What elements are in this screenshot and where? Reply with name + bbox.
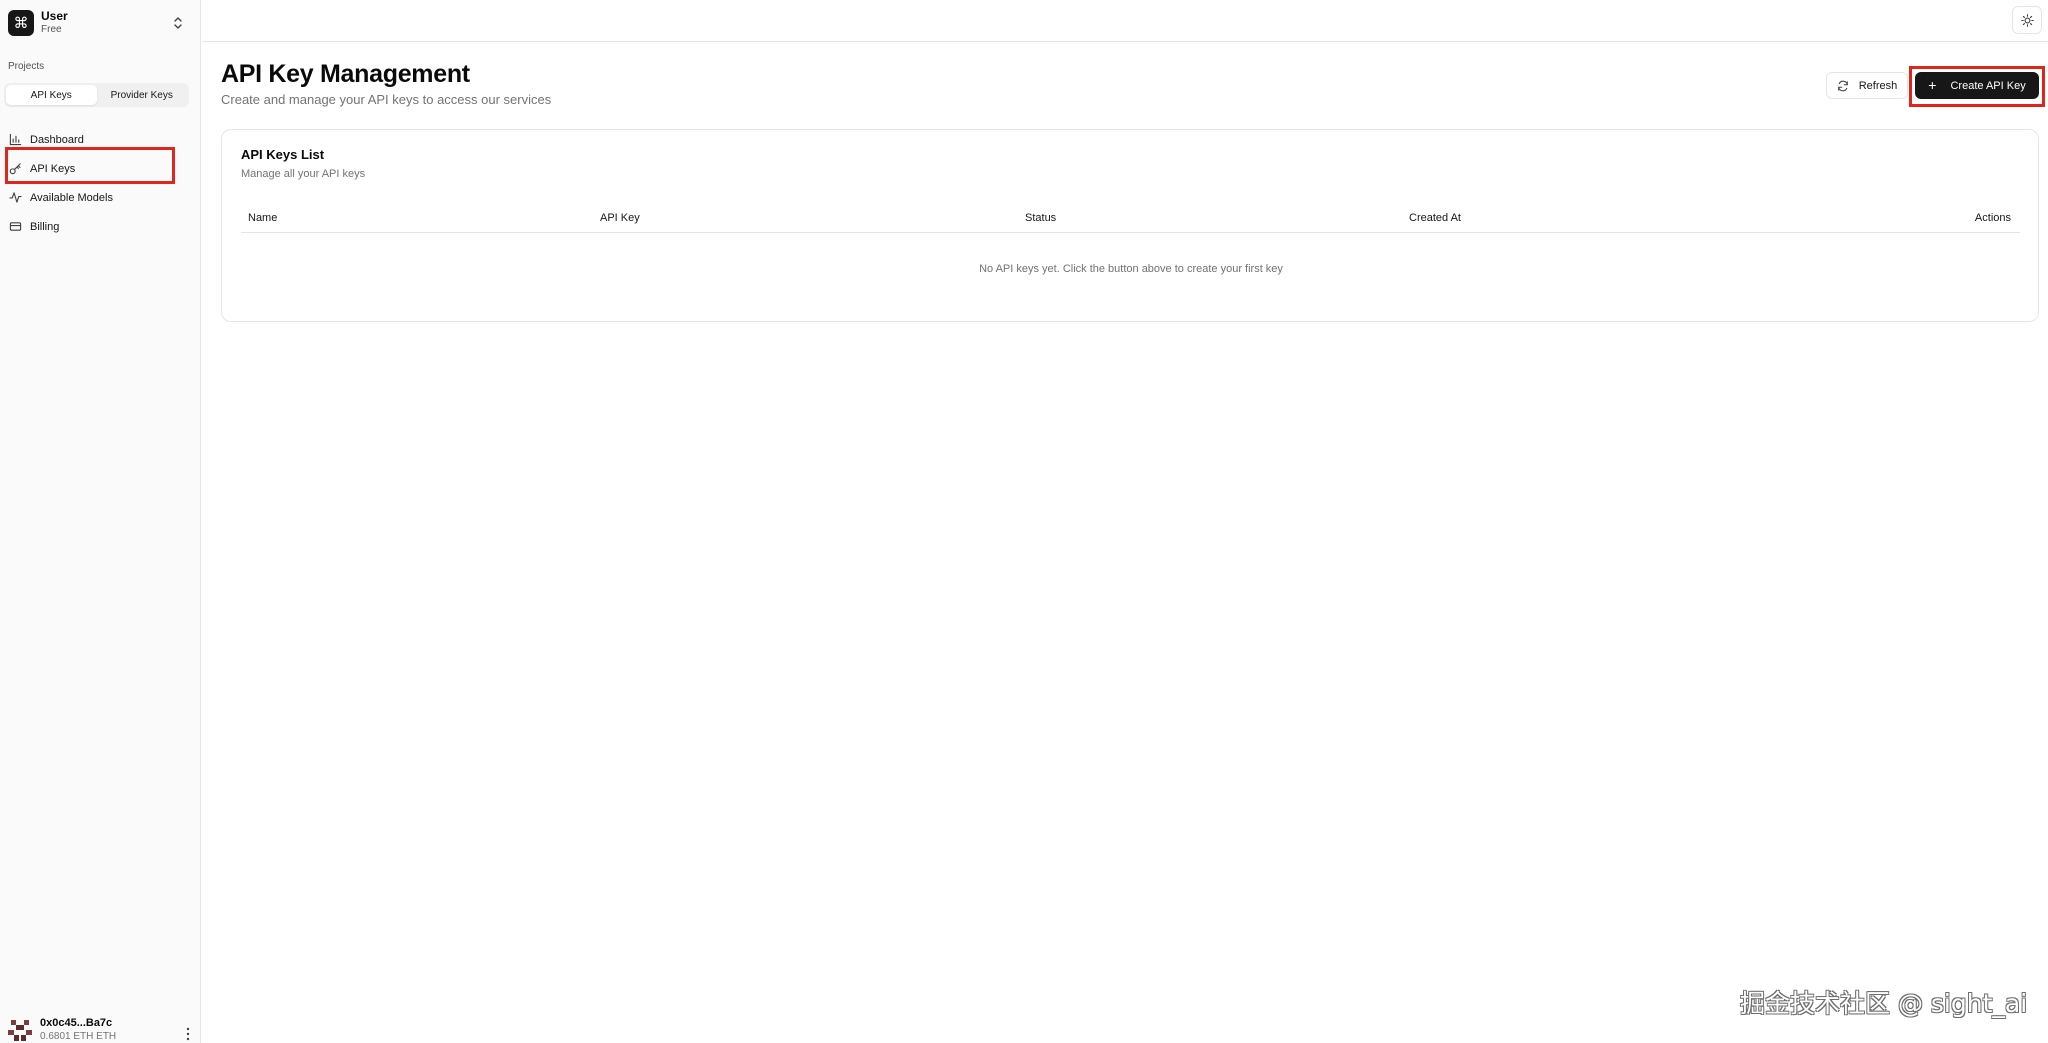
- more-vertical-icon[interactable]: [186, 1027, 190, 1041]
- api-keys-card: API Keys List Manage all your API keys N…: [221, 129, 2039, 322]
- sidebar: ⌘ User Free Projects API Keys Provider K…: [0, 0, 201, 1043]
- sidebar-item-api-keys[interactable]: API Keys: [6, 154, 186, 183]
- bar-chart-icon: [9, 133, 22, 146]
- card-title: API Keys List: [241, 147, 325, 162]
- segment-api-keys[interactable]: API Keys: [6, 85, 97, 105]
- avatar: [8, 1020, 32, 1041]
- sidebar-item-label: Dashboard: [30, 133, 84, 146]
- user-switcher[interactable]: ⌘ User Free: [8, 7, 192, 39]
- plus-icon: +: [1928, 77, 1937, 93]
- wallet-balance: 0.6801 ETH ETH: [40, 1031, 117, 1042]
- column-header-name: Name: [248, 212, 278, 224]
- column-header-api-key: API Key: [600, 212, 640, 224]
- key-type-switch: API Keys Provider Keys: [4, 83, 189, 107]
- refresh-button[interactable]: Refresh: [1826, 72, 1908, 99]
- segment-provider-keys[interactable]: Provider Keys: [97, 85, 188, 105]
- sidebar-item-dashboard[interactable]: Dashboard: [6, 125, 186, 154]
- chevrons-up-down-icon: [174, 17, 182, 29]
- refresh-icon: [1837, 80, 1848, 91]
- page-title: API Key Management: [221, 60, 470, 88]
- sidebar-item-label: API Keys: [30, 162, 76, 175]
- create-api-key-label: Create API Key: [1950, 79, 2026, 92]
- sidebar-item-billing[interactable]: Billing: [6, 212, 186, 241]
- create-api-key-button[interactable]: + Create API Key: [1915, 72, 2039, 99]
- empty-state-message: No API keys yet. Click the button above …: [979, 263, 1283, 275]
- card-description: Manage all your API keys: [241, 168, 366, 180]
- wallet-info: 0x0c45...Ba7c 0.6801 ETH ETH: [40, 1017, 116, 1043]
- top-bar: [202, 0, 2048, 42]
- column-header-actions: Actions: [1974, 212, 2011, 224]
- wallet-address: 0x0c45...Ba7c: [40, 1017, 113, 1029]
- watermark: 掘金技术社区 @ sight_ai: [1740, 989, 2028, 1018]
- user-name: User: [41, 9, 68, 23]
- table-header: Name API Key Status Created At Actions: [241, 204, 2020, 233]
- sun-icon: [2020, 13, 2034, 27]
- refresh-label: Refresh: [1858, 79, 1898, 92]
- sidebar-nav: Dashboard API Keys Available Models Bill…: [6, 125, 186, 241]
- page-subtitle: Create and manage your API keys to acces…: [221, 92, 552, 107]
- command-icon: ⌘: [8, 10, 34, 36]
- sidebar-item-label: Billing: [30, 220, 60, 233]
- sidebar-item-available-models[interactable]: Available Models: [6, 183, 186, 212]
- column-header-created-at: Created At: [1409, 212, 1461, 224]
- sidebar-item-label: Available Models: [30, 191, 113, 204]
- section-label-projects: Projects: [8, 61, 45, 72]
- activity-icon: [9, 192, 22, 203]
- user-info: User Free: [41, 10, 68, 36]
- user-plan: Free: [41, 24, 62, 35]
- credit-card-icon: [9, 222, 22, 231]
- wallet-account[interactable]: 0x0c45...Ba7c 0.6801 ETH ETH: [8, 1017, 194, 1043]
- key-icon: [9, 163, 21, 175]
- column-header-status: Status: [1025, 212, 1057, 224]
- theme-toggle-button[interactable]: [2012, 6, 2042, 34]
